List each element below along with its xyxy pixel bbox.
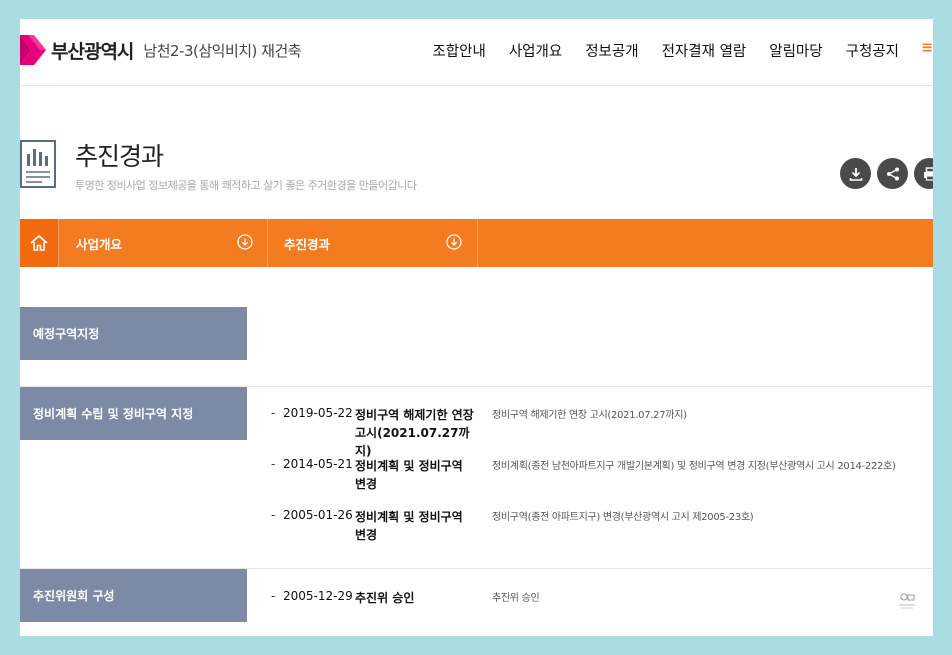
entry-date: 2005-12-29 [283, 589, 353, 603]
entry-title: 정비구역 해제기한 연장 고시(2021.07.27까지) [355, 408, 474, 458]
nav-item-district-notice[interactable]: 구청공지 [846, 40, 899, 61]
chart-document-icon [20, 140, 56, 188]
entry-title: 정비계획 및 정비구역 변경 [355, 459, 463, 491]
entry-title: 추진위 승인 [355, 591, 415, 605]
nav-item-info-disclosure[interactable]: 정보공개 [585, 40, 638, 61]
print-icon [923, 166, 933, 181]
entry-date: 2014-05-21 [283, 457, 353, 471]
page-description: 투명한 정비사업 정보제공을 통해 쾌적하고 살기 좋은 주거환경을 만들어갑니… [75, 179, 417, 192]
chevron-down-circle-icon [446, 234, 462, 250]
nav-item-project-overview[interactable]: 사업개요 [509, 40, 562, 61]
location-depth1-label: 사업개요 [76, 236, 123, 252]
entry-date: 2005-01-26 [283, 508, 353, 522]
location-depth1-dropdown[interactable]: 사업개요 [58, 219, 268, 267]
print-button[interactable] [914, 158, 933, 189]
section-label: 정비계획 수립 및 정비구역 지정 [20, 387, 247, 440]
entry-bullet: - [271, 457, 276, 471]
location-depth2-dropdown[interactable]: 추진경과 [267, 219, 478, 267]
nav-item-notice[interactable]: 알림마당 [769, 40, 822, 61]
download-button[interactable] [840, 158, 871, 189]
location-depth2-label: 추진경과 [284, 236, 331, 252]
share-button[interactable] [877, 158, 908, 189]
location-bar: 사업개요 추진경과 [20, 219, 933, 267]
browser-viewport: 부산광역시 남천2-3(삼익비치) 재건축 조합안내 사업개요 정보공개 전자결… [20, 19, 933, 636]
chevron-down-circle-icon [237, 234, 253, 250]
download-icon [849, 167, 862, 181]
entry-title: 정비계획 및 정비구역 변경 [355, 510, 463, 542]
main-nav: 조합안내 사업개요 정보공개 전자결재 열람 알림마당 구청공지 ≡ [409, 40, 933, 61]
entry-description: 정비구역(종전 아파트지구) 변경(부산광역시 고시 제2005-23호) [492, 512, 754, 523]
page-title: 추진경과 [75, 142, 164, 171]
org-stamp-icon [899, 593, 915, 609]
entry-bullet: - [271, 406, 276, 420]
section-label: 추진위원회 구성 [20, 569, 247, 622]
logo-project-name: 남천2-3(삼익비치) 재건축 [143, 41, 302, 60]
site-header: 부산광역시 남천2-3(삼익비치) 재건축 조합안내 사업개요 정보공개 전자결… [20, 19, 933, 86]
entry-description: 정비계획(종전 남천아파트지구 개발기본계획) 및 정비구역 변경 지정(부산광… [492, 461, 896, 472]
entry-bullet: - [271, 508, 276, 522]
nav-item-e-approval[interactable]: 전자결재 열람 [662, 40, 747, 61]
share-icon [886, 167, 899, 180]
home-icon [30, 234, 48, 251]
menu-icon[interactable]: ≡ [921, 40, 933, 61]
home-button[interactable] [20, 219, 58, 267]
entry-description: 추진위 승인 [492, 593, 540, 604]
logo-city-name: 부산광역시 [51, 40, 134, 63]
nav-item-union-info[interactable]: 조합안내 [432, 40, 485, 61]
entry-date: 2019-05-22 [283, 406, 353, 420]
entry-description: 정비구역 해제기한 연장 고시(2021.07.27까지) [492, 410, 687, 421]
section-label: 예정구역지정 [20, 307, 247, 360]
entry-bullet: - [271, 589, 276, 603]
site-logo[interactable]: 부산광역시 남천2-3(삼익비치) 재건축 [20, 33, 302, 67]
busan-logo-icon [20, 35, 46, 65]
